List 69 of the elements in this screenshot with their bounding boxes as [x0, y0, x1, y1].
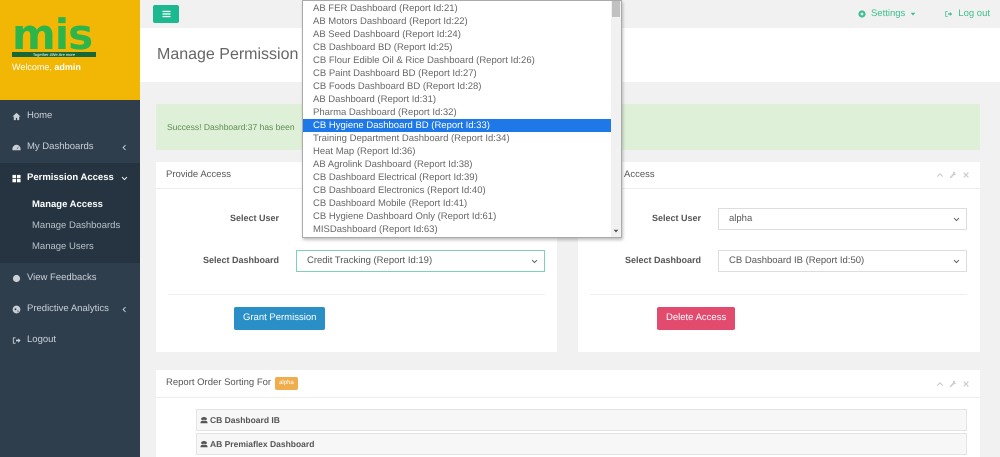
welcome-text: Welcome, admin: [12, 61, 82, 74]
submenu-item[interactable]: Manage Users: [0, 236, 140, 257]
wrench-icon: [949, 380, 957, 388]
dropdown-option[interactable]: Training Department Dashboard (Report Id:34): [303, 132, 611, 145]
dropdown-option[interactable]: CB Foods Dashboard BD (Report Id:28): [303, 80, 611, 93]
dashboard-icon: [12, 143, 21, 152]
grant-permission-button[interactable]: Grant Permission: [234, 307, 326, 330]
panel-title: Provide Access: [166, 168, 231, 182]
dropdown-option[interactable]: AB Agrolink Dashboard (Report Id:38): [303, 158, 611, 171]
field-label: Select User: [228, 212, 280, 226]
sidebar-item[interactable]: My Dashboards: [0, 132, 140, 163]
panel-title: Report Order Sorting For: [166, 376, 272, 390]
alert-message: Success! Dashboard:37 has been: [167, 120, 295, 134]
user-select[interactable]: alpha: [718, 208, 967, 230]
field-label: Select User: [650, 212, 702, 226]
scrollbar[interactable]: [611, 1, 621, 237]
menu-button[interactable]: [153, 5, 179, 24]
logo-text: mis: [12, 18, 94, 52]
chevron-down-icon: [531, 258, 538, 265]
sidebar-item[interactable]: Logout: [0, 325, 140, 356]
dropdown-option[interactable]: CB Flour Edible Oil & Rice Dashboard (Report Id:26): [303, 54, 611, 67]
dropdown-option[interactable]: AB FER Dashboard (Report Id:21): [303, 2, 611, 15]
dropdown-option[interactable]: MISDashboard (Report Id:63): [303, 223, 611, 236]
close-icon: [962, 171, 970, 180]
dropdown-option[interactable]: CB Dashboard Electronics (Report Id:40): [303, 184, 611, 197]
sidebar-item[interactable]: View Feedbacks: [0, 263, 140, 294]
delete-access-button[interactable]: Delete Access: [657, 307, 736, 330]
dropdown-option[interactable]: CB Hygiene Dashboard BD (Report Id:33): [303, 119, 611, 132]
page-title: Manage Permission: [157, 45, 298, 66]
submenu-item[interactable]: Manage Dashboards: [0, 215, 140, 236]
chevron-down-icon: [953, 258, 960, 265]
sidebar-item[interactable]: Home: [0, 101, 140, 132]
users-icon: [199, 440, 209, 448]
logout-icon: [944, 10, 954, 18]
dropdown-option[interactable]: Pharma Dashboard (Report Id:32): [303, 106, 611, 119]
logout-icon: [12, 336, 21, 345]
settings-icon: [858, 10, 866, 18]
grid-icon: [12, 174, 21, 183]
submenu-item[interactable]: Manage Access: [0, 194, 140, 215]
dropdown-option[interactable]: CB Dashboard Mobile (Report Id:41): [303, 197, 611, 210]
chevron-down-icon: [953, 216, 960, 223]
sortable-item[interactable]: CB Dashboard IB: [196, 409, 967, 432]
dropdown-option[interactable]: AB Motors Dashboard (Report Id:22): [303, 15, 611, 28]
chevron-up-icon: [936, 171, 944, 180]
close-icon: [962, 380, 970, 388]
dropdown-option[interactable]: AB Dashboard (Report Id:31): [303, 93, 611, 106]
dashboard-select[interactable]: Credit Tracking (Report Id:19): [296, 250, 545, 272]
sortable-item[interactable]: AB Premiaflex Dashboard: [196, 433, 967, 456]
globe-icon: [12, 305, 21, 314]
scroll-down-icon: [613, 228, 619, 234]
dropdown-option[interactable]: AB Seed Dashboard (Report Id:24): [303, 28, 611, 41]
dashboard-select[interactable]: CB Dashboard IB (Report Id:50): [718, 250, 967, 272]
dropdown-option[interactable]: CB Dashboard Electrical (Report Id:39): [303, 171, 611, 184]
dropdown-option[interactable]: CB Paint Dashboard BD (Report Id:27): [303, 67, 611, 80]
scrollbar-thumb[interactable]: [612, 1, 620, 17]
dropdown-option[interactable]: Heat Map (Report Id:36): [303, 145, 611, 158]
circle-icon: [12, 274, 21, 283]
panel-title: Access: [624, 168, 655, 182]
field-label: Select Dashboard: [202, 254, 280, 268]
caret-icon: [910, 11, 916, 18]
wrench-icon: [949, 171, 957, 180]
users-icon: [199, 416, 209, 424]
sidebar-item[interactable]: Predictive Analytics: [0, 294, 140, 325]
home-icon: [12, 112, 21, 121]
dropdown-option[interactable]: CB Hygiene Dashboard Only (Report Id:61): [303, 210, 611, 223]
field-label: Select Dashboard: [624, 254, 702, 268]
dropdown-option[interactable]: CB Dashboard BD (Report Id:25): [303, 41, 611, 54]
menu-icon: [162, 10, 170, 18]
chevron-up-icon: [936, 380, 944, 388]
